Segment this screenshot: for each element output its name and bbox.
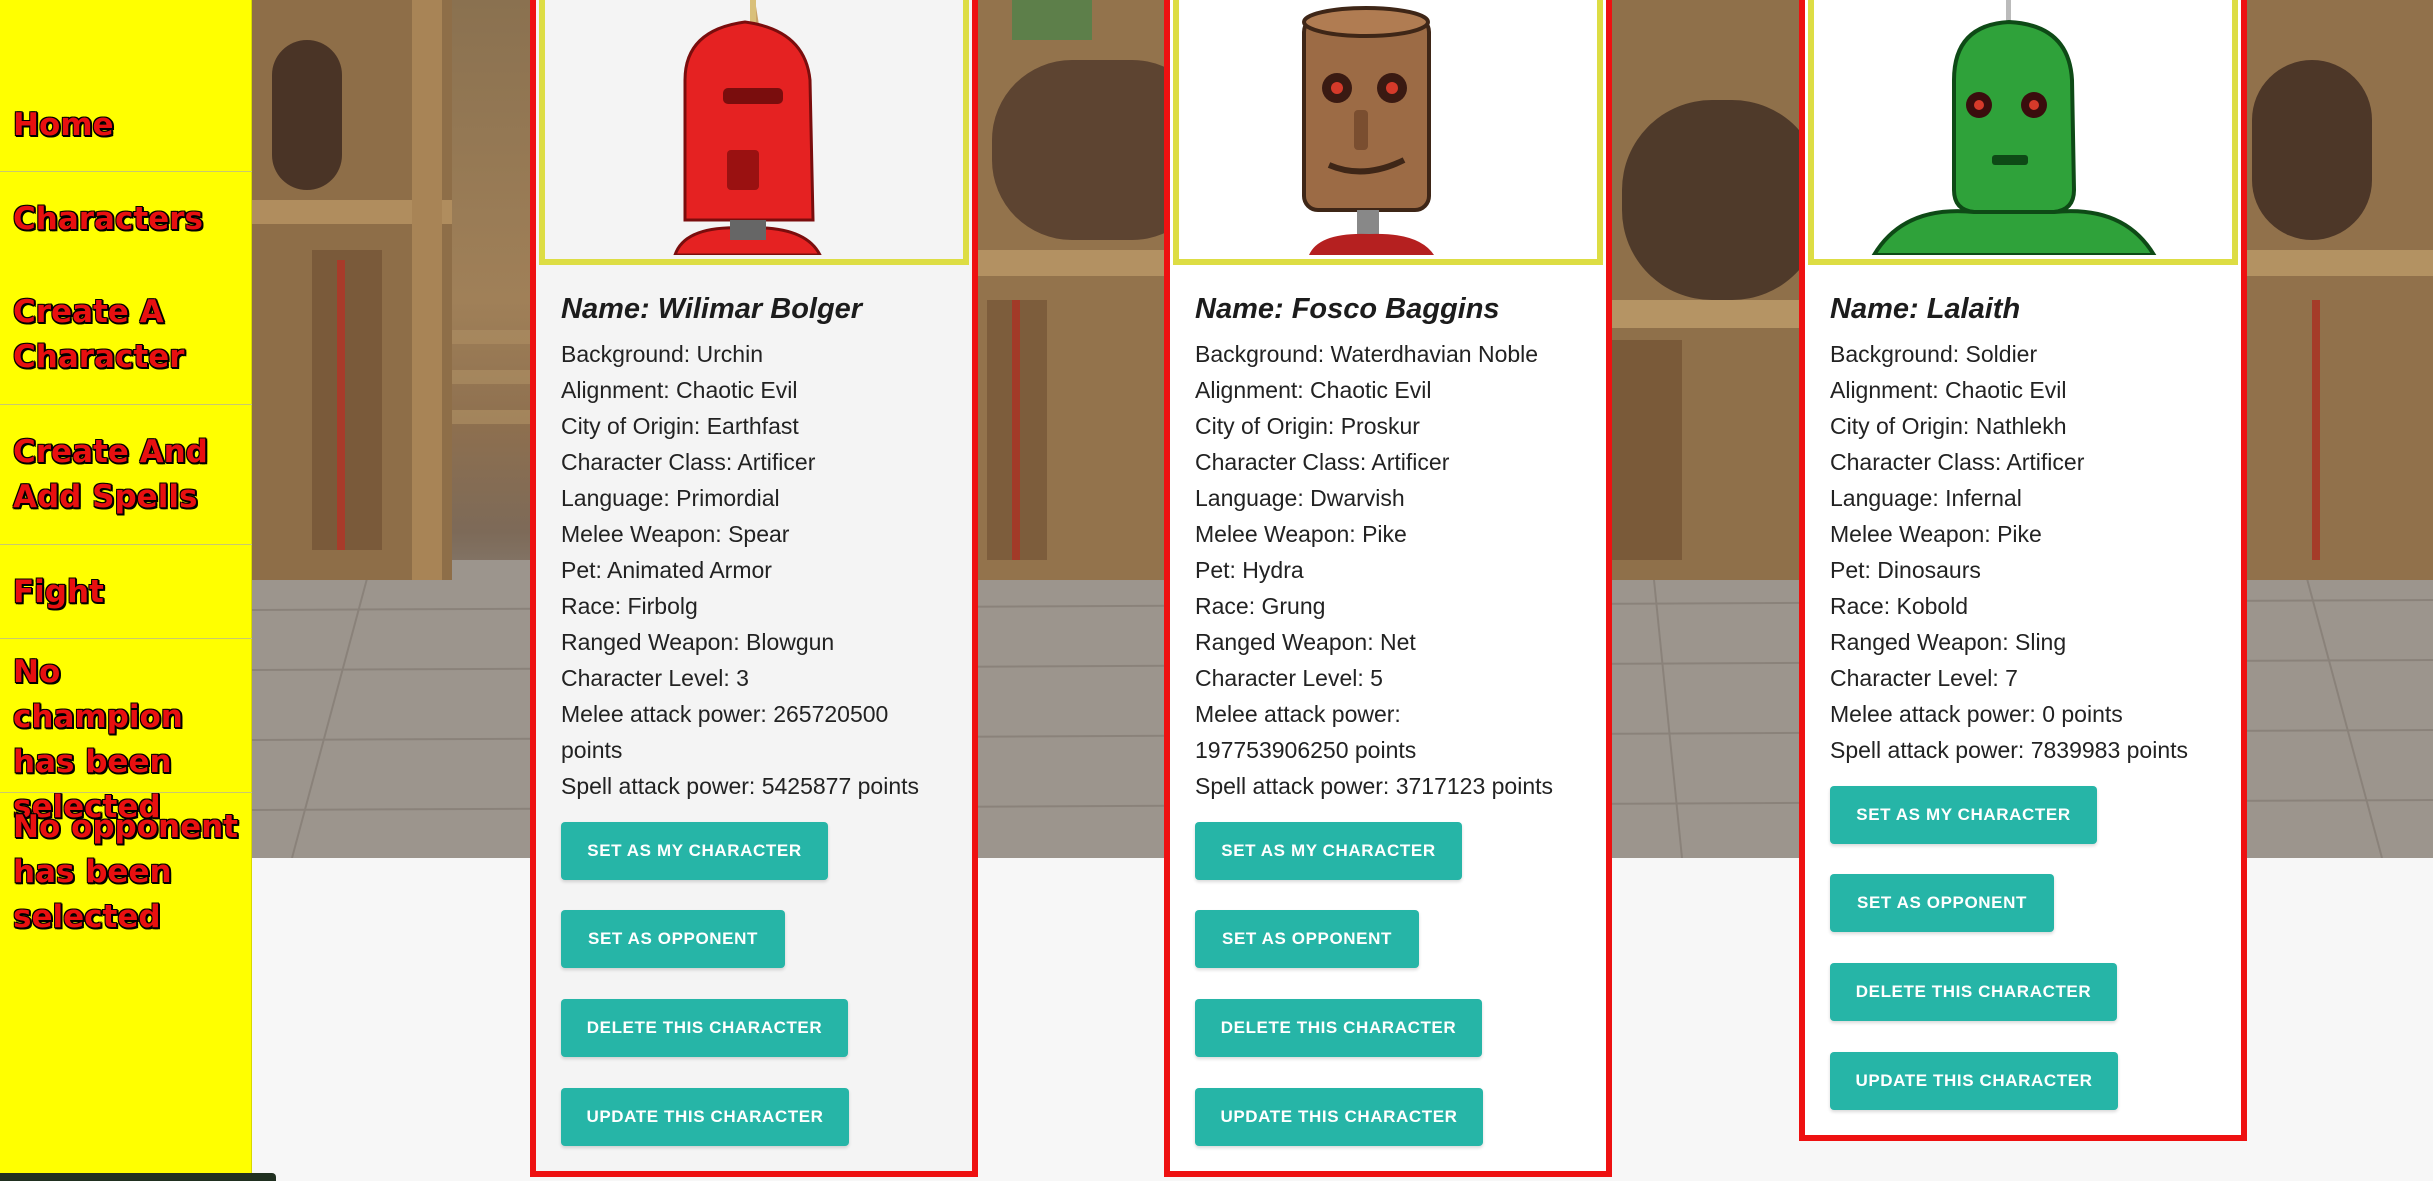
- character-stats: Background: Urchin Alignment: Chaotic Evi…: [561, 336, 959, 804]
- stat-city: City of Origin: Proskur: [1195, 413, 1420, 439]
- stat-alignment: Alignment: Chaotic Evil: [1830, 377, 2067, 403]
- selected-champion-status: No champion has been selected: [13, 654, 183, 825]
- character-stats: Background: Soldier Alignment: Chaotic Ev…: [1830, 336, 2228, 768]
- stat-melee-power: Melee attack power: 265720500 points: [561, 701, 889, 763]
- nav-create-spells-link[interactable]: Create And Add Spells: [0, 430, 220, 520]
- stat-melee-power: Melee attack power: 0 points: [1830, 701, 2123, 727]
- set-as-my-character-button[interactable]: SET AS MY CHARACTER: [1830, 786, 2097, 844]
- stat-pet: Pet: Hydra: [1195, 557, 1304, 583]
- nav-divider: [0, 638, 252, 639]
- stat-spell-power: Spell attack power: 3717123 points: [1195, 773, 1554, 799]
- stat-city: City of Origin: Nathlekh: [1830, 413, 2067, 439]
- character-name: Name: Lalaith: [1830, 293, 2021, 325]
- stat-language: Language: Infernal: [1830, 485, 2022, 511]
- stat-melee-weapon: Melee Weapon: Pike: [1830, 521, 2042, 547]
- update-character-button[interactable]: UPDATE THIS CHARACTER: [561, 1088, 849, 1146]
- stat-spell-power: Spell attack power: 7839983 points: [1830, 737, 2189, 763]
- stat-alignment: Alignment: Chaotic Evil: [561, 377, 798, 403]
- stat-ranged-weapon: Ranged Weapon: Sling: [1830, 629, 2067, 655]
- stat-char-class: Character Class: Artificer: [1195, 449, 1450, 475]
- stat-melee-weapon: Melee Weapon: Spear: [561, 521, 790, 547]
- nav-divider: [0, 171, 252, 172]
- selected-opponent-status: No opponent has been selected: [13, 809, 238, 935]
- stat-language: Language: Dwarvish: [1195, 485, 1405, 511]
- stat-language: Language: Primordial: [561, 485, 780, 511]
- update-character-button[interactable]: UPDATE THIS CHARACTER: [1830, 1052, 2118, 1110]
- stat-level: Character Level: 3: [561, 665, 749, 691]
- nav-divider: [0, 404, 252, 405]
- set-as-opponent-button[interactable]: SET AS OPPONENT: [561, 910, 785, 968]
- update-character-button[interactable]: UPDATE THIS CHARACTER: [1195, 1088, 1483, 1146]
- stat-background: Background: Urchin: [561, 341, 763, 367]
- character-card: Name: Wilimar Bolger Background: Urchin Al…: [530, 0, 978, 1177]
- delete-character-button[interactable]: DELETE THIS CHARACTER: [1195, 999, 1482, 1057]
- character-stats: Background: Waterdhavian Noble Alignment:…: [1195, 336, 1593, 804]
- red-robot-portrait: [539, 0, 969, 265]
- stat-pet: Pet: Dinosaurs: [1830, 557, 1981, 583]
- character-card: Name: Fosco Baggins Background: Waterdhav…: [1164, 0, 1612, 1177]
- stat-background: Background: Waterdhavian Noble: [1195, 341, 1539, 367]
- stat-level: Character Level: 5: [1195, 665, 1383, 691]
- green-robot-portrait: [1808, 0, 2238, 265]
- sidebar-footer-bar: [0, 1173, 276, 1181]
- sidebar-nav: Home Characters Create A Character Creat…: [0, 0, 276, 1181]
- stat-city: City of Origin: Earthfast: [561, 413, 799, 439]
- wooden-robot-portrait: [1173, 0, 1603, 265]
- nav-divider: [0, 544, 252, 545]
- stat-background: Background: Soldier: [1830, 341, 2038, 367]
- set-as-my-character-button[interactable]: SET AS MY CHARACTER: [561, 822, 828, 880]
- delete-character-button[interactable]: DELETE THIS CHARACTER: [561, 999, 848, 1057]
- stat-pet: Pet: Animated Armor: [561, 557, 772, 583]
- stat-char-class: Character Class: Artificer: [1830, 449, 2085, 475]
- character-card: Name: Lalaith Background: Soldier Alignmen…: [1799, 0, 2247, 1141]
- nav-characters-link[interactable]: Characters: [0, 197, 252, 242]
- stat-race: Race: Firbolg: [561, 593, 698, 619]
- nav-divider: [0, 792, 252, 793]
- nav-fight-link[interactable]: Fight: [0, 570, 252, 615]
- stat-level: Character Level: 7: [1830, 665, 2018, 691]
- nav-create-character-link[interactable]: Create A Character: [0, 290, 200, 380]
- set-as-opponent-button[interactable]: SET AS OPPONENT: [1830, 874, 2054, 932]
- stat-melee-power: Melee attack power: 197753906250 points: [1195, 701, 1417, 763]
- set-as-my-character-button[interactable]: SET AS MY CHARACTER: [1195, 822, 1462, 880]
- stat-alignment: Alignment: Chaotic Evil: [1195, 377, 1432, 403]
- stat-char-class: Character Class: Artificer: [561, 449, 816, 475]
- stat-ranged-weapon: Ranged Weapon: Blowgun: [561, 629, 835, 655]
- stat-melee-weapon: Melee Weapon: Pike: [1195, 521, 1407, 547]
- stat-race: Race: Kobold: [1830, 593, 1969, 619]
- character-name: Name: Wilimar Bolger: [561, 293, 863, 325]
- character-name: Name: Fosco Baggins: [1195, 293, 1500, 325]
- set-as-opponent-button[interactable]: SET AS OPPONENT: [1195, 910, 1419, 968]
- stat-spell-power: Spell attack power: 5425877 points: [561, 773, 920, 799]
- stat-race: Race: Grung: [1195, 593, 1326, 619]
- delete-character-button[interactable]: DELETE THIS CHARACTER: [1830, 963, 2117, 1021]
- nav-home-link[interactable]: Home: [0, 103, 252, 148]
- stat-ranged-weapon: Ranged Weapon: Net: [1195, 629, 1416, 655]
